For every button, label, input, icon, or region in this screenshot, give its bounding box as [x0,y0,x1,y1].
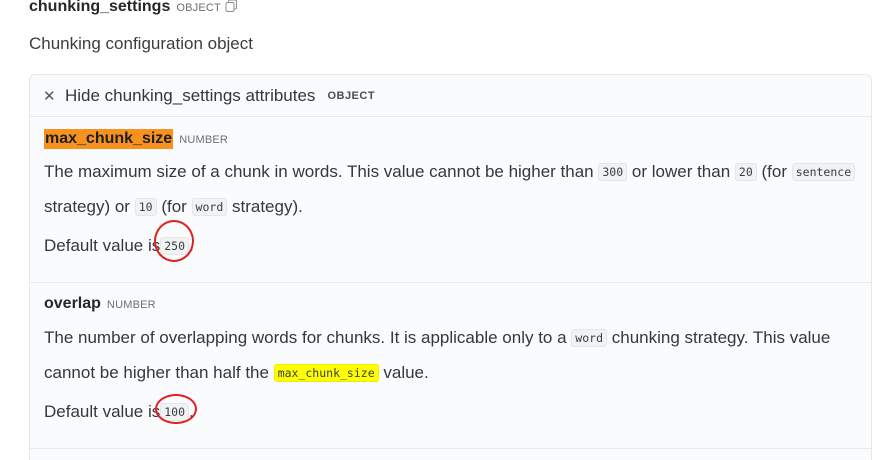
circled-default: 100 [155,394,198,424]
param-description: Chunking configuration object [29,34,253,53]
attribute-max-chunk-size: max_chunk_size NUMBER The maximum size o… [30,117,871,283]
inline-code: 20 [734,163,757,181]
docs-page: chunking_settings OBJECT Chunking config… [0,0,879,460]
attribute-description: The maximum size of a chunk in words. Th… [44,155,857,225]
param-name: chunking_settings [29,0,171,15]
default-value-line: Default value is 250. [44,220,857,262]
default-suffix: . [189,236,194,255]
default-value: 250 [160,237,190,255]
desc-text: The maximum size of a chunk in words. Th… [44,162,594,181]
default-value-line: Default value is 100. [44,394,857,424]
desc-text: or lower than [631,162,731,181]
attribute-description: The number of overlapping words for chun… [44,321,857,391]
desc-text: value. [383,363,429,382]
hide-attributes-toggle[interactable]: ✕ Hide chunking_settings attributes OBJE… [30,75,871,117]
desc-text: strategy) or [44,197,130,216]
inline-code: 10 [134,198,157,216]
attribute-type: NUMBER [179,134,229,146]
default-prefix: Default value is [44,402,161,421]
attribute-name: max_chunk_size [44,129,174,149]
param-type: OBJECT [176,2,221,14]
inline-code: word [571,329,607,347]
toggle-label: Hide chunking_settings attributes [65,85,316,105]
attribute-header: overlap NUMBER [44,283,857,321]
attribute-header: max_chunk_size NUMBER [44,117,857,155]
default-suffix: . [189,402,194,421]
circled-default: 250 [154,220,195,262]
attributes-panel: ✕ Hide chunking_settings attributes OBJE… [29,74,872,460]
param-header: chunking_settings OBJECT [29,0,238,16]
desc-text: (for [161,197,187,216]
copy-icon[interactable] [225,0,238,12]
default-value: 100 [160,403,190,421]
default-prefix: Default value is [44,236,161,255]
inline-code: sentence [791,163,856,181]
toggle-type: OBJECT [327,89,376,102]
attribute-type: NUMBER [106,299,156,311]
desc-text: (for [761,162,788,181]
attribute-name: overlap [44,295,101,312]
desc-text: strategy). [231,197,303,216]
inline-code-highlighted: max_chunk_size [273,364,379,382]
inline-code: word [191,198,228,216]
inline-code: 300 [598,163,628,181]
close-icon[interactable]: ✕ [43,87,56,105]
attribute-overlap: overlap NUMBER The number of overlapping… [30,283,871,449]
desc-text: The number of overlapping words for chun… [44,328,567,347]
